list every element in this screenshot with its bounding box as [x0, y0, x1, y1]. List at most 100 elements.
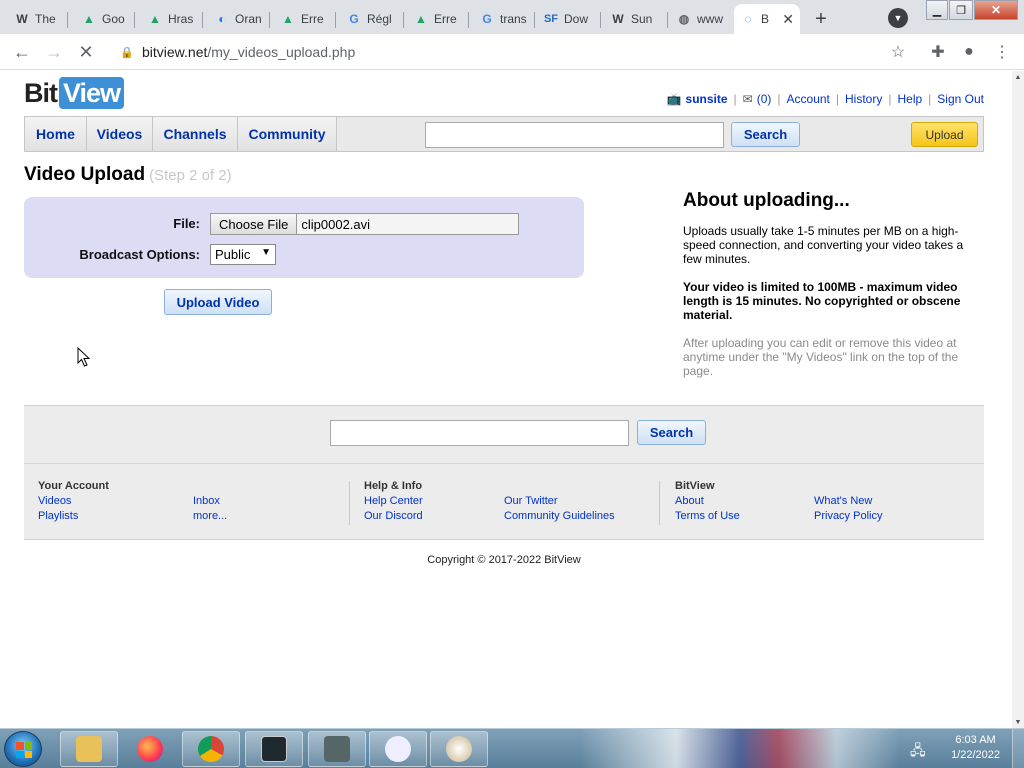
browser-tabstrip: W The ▲ Goo ▲ Hras ◐ Oran ▲ Erre G Régl …: [0, 0, 1024, 34]
upload-video-button[interactable]: Upload Video: [164, 289, 272, 315]
broadcast-value: Public: [215, 247, 251, 262]
back-icon[interactable]: ←: [10, 40, 34, 64]
firefox-taskbar-button[interactable]: [121, 731, 179, 767]
show-desktop-button[interactable]: [1012, 729, 1024, 768]
nav-videos[interactable]: Videos: [87, 117, 153, 151]
divider: |: [888, 92, 892, 106]
address-bar[interactable]: 🔒 bitview.net/my_videos_upload.php: [108, 38, 916, 66]
browser-tab[interactable]: ▲ Erre: [274, 4, 336, 34]
mouse-cursor-icon: [77, 347, 91, 367]
footer-help-info-col2: Our Twitter Community Guidelines: [504, 494, 654, 524]
browser-tab[interactable]: ◍ www: [670, 4, 732, 34]
bitview-logo[interactable]: Bit View: [24, 77, 125, 109]
page-title: Video Upload (Step 2 of 2): [24, 164, 232, 186]
loading-icon: ◌: [744, 12, 752, 26]
stop-loading-icon[interactable]: ✕: [74, 40, 98, 64]
upload-button[interactable]: Upload: [911, 122, 978, 147]
scroll-down-icon[interactable]: ▼: [1012, 716, 1024, 728]
paint-icon: [385, 736, 411, 762]
vertical-scrollbar[interactable]: ▲ ▼: [1012, 71, 1024, 728]
new-tab-button[interactable]: +: [808, 6, 834, 32]
restore-button[interactable]: ❐: [949, 0, 973, 20]
copyright: Copyright © 2017-2022 BitView: [427, 554, 581, 566]
bookmark-star-icon[interactable]: ☆: [886, 40, 910, 64]
close-tab-icon[interactable]: ✕: [778, 11, 794, 28]
choose-file-button[interactable]: Choose File: [211, 214, 298, 234]
browser-tab[interactable]: W Sun: [604, 4, 668, 34]
browser-tab-active[interactable]: ◌ B ✕: [734, 4, 800, 34]
history-link[interactable]: History: [845, 92, 882, 106]
forward-icon[interactable]: →: [42, 40, 66, 64]
header-search-button[interactable]: Search: [731, 122, 800, 147]
google-drive-icon: ▲: [415, 12, 427, 26]
footer-link-help-center[interactable]: Help Center: [364, 494, 494, 509]
browser-tab[interactable]: W The: [8, 4, 68, 34]
footer-link-inbox[interactable]: Inbox: [193, 494, 333, 509]
minimize-button[interactable]: ▁: [926, 0, 948, 20]
footer-link-terms[interactable]: Terms of Use: [675, 509, 805, 524]
nav-channels[interactable]: Channels: [153, 117, 238, 151]
palette-taskbar-button[interactable]: [430, 731, 488, 767]
file-input[interactable]: Choose File clip0002.avi: [210, 213, 519, 235]
footer-link-whats-new[interactable]: What's New: [814, 494, 964, 509]
scroll-up-icon[interactable]: ▲: [1012, 71, 1024, 83]
footer-link-more[interactable]: more...: [193, 509, 333, 524]
browser-tab[interactable]: G trans: [473, 4, 535, 34]
help-link[interactable]: Help: [897, 92, 922, 106]
browser-tab[interactable]: ▲ Hras: [141, 4, 203, 34]
divider: |: [835, 92, 840, 106]
chrome-taskbar-button[interactable]: [182, 731, 240, 767]
wallpaper: [580, 729, 900, 768]
logo-bit: Bit: [24, 77, 58, 108]
logo-view: View: [59, 77, 125, 109]
username-link[interactable]: sunsite: [686, 92, 728, 106]
browser-tab[interactable]: ◐ Oran: [208, 4, 270, 34]
footer-separator: [659, 481, 660, 525]
extensions-icon[interactable]: ✚: [926, 40, 950, 64]
nav-community[interactable]: Community: [238, 117, 337, 151]
menu-icon[interactable]: ⋮: [990, 40, 1014, 64]
footer-search-button[interactable]: Search: [637, 420, 706, 445]
footer-link-privacy[interactable]: Privacy Policy: [814, 509, 964, 524]
sign-out-link[interactable]: Sign Out: [937, 92, 984, 106]
network-icon[interactable]: 🖧: [910, 740, 926, 764]
account-link[interactable]: Account: [787, 92, 830, 106]
browser-tab[interactable]: G Régl: [340, 4, 404, 34]
close-window-button[interactable]: ✕: [974, 0, 1018, 20]
terminal-taskbar-button[interactable]: [245, 731, 303, 767]
divider: |: [928, 92, 932, 106]
palette-icon: [446, 736, 472, 762]
footer-link-playlists[interactable]: Playlists: [38, 509, 188, 524]
footer-link-discord[interactable]: Our Discord: [364, 509, 494, 524]
page-content: Bit View 📺 sunsite | ✉ (0) | Account | Hi…: [0, 71, 1012, 728]
explorer-taskbar-button[interactable]: [60, 731, 118, 767]
footer-link-about[interactable]: About: [675, 494, 805, 509]
profile-icon[interactable]: ●: [957, 40, 981, 64]
system-tray: 🖧 6:03 AM 1/22/2022: [904, 729, 1024, 768]
step-indicator: (Step 2 of 2): [149, 167, 232, 184]
browser-tab[interactable]: ▲ Goo: [75, 4, 135, 34]
file-label: File:: [173, 216, 200, 231]
footer-link-guidelines[interactable]: Community Guidelines: [504, 509, 654, 524]
header-search-input[interactable]: [425, 122, 724, 148]
footer-link-videos[interactable]: Videos: [38, 494, 188, 509]
about-uploading: About uploading... Uploads usually take …: [683, 191, 973, 392]
chevron-down-icon: ▼: [261, 247, 271, 258]
footer-link-twitter[interactable]: Our Twitter: [504, 494, 654, 509]
sourceforge-icon: SF: [543, 13, 559, 25]
broadcast-select[interactable]: Public ▼: [210, 244, 276, 265]
settings-taskbar-button[interactable]: [308, 731, 366, 767]
main-nav: Home Videos Channels Community Search Up…: [24, 116, 984, 152]
inbox-count-link[interactable]: (0): [757, 92, 772, 106]
footer-search-input[interactable]: [330, 420, 629, 446]
mail-icon[interactable]: ✉: [743, 92, 753, 106]
clock[interactable]: 6:03 AM 1/22/2022: [951, 733, 1000, 763]
url-host: bitview.net: [142, 44, 208, 60]
google-drive-icon: ▲: [83, 12, 95, 26]
start-button[interactable]: [4, 731, 42, 767]
paint-taskbar-button[interactable]: [369, 731, 427, 767]
browser-tab[interactable]: ▲ Erre: [407, 4, 469, 34]
nav-home[interactable]: Home: [25, 117, 87, 151]
browser-tab[interactable]: SF Dow: [537, 4, 601, 34]
tab-search-icon[interactable]: ▼: [888, 8, 908, 28]
